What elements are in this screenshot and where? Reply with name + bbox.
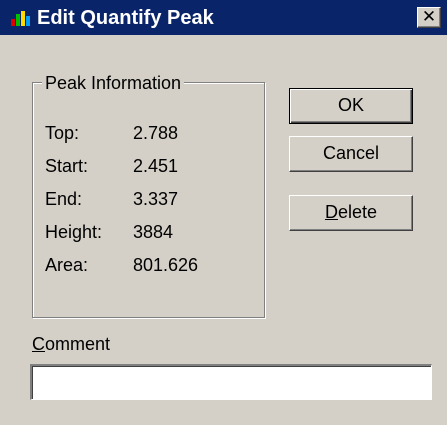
comment-label-text: omment: [45, 334, 111, 354]
comment-accelerator: C: [32, 334, 45, 354]
ok-button-label: OK: [337, 95, 364, 115]
title-bar[interactable]: Edit Quantify Peak ✕: [0, 0, 447, 35]
end-label: End:: [45, 189, 83, 209]
area-value: 801.626: [133, 255, 199, 275]
delete-button-label: elete: [337, 202, 378, 222]
ok-button[interactable]: OK: [289, 88, 413, 124]
top-value: 2.788: [133, 123, 179, 143]
cancel-button[interactable]: Cancel: [289, 136, 413, 172]
close-button[interactable]: ✕: [417, 7, 441, 28]
window-title: Edit Quantify Peak: [37, 7, 214, 29]
top-label: Top:: [45, 123, 80, 143]
close-icon: ✕: [421, 7, 437, 26]
height-label: Height:: [45, 222, 103, 242]
peak-information-label: Peak Information: [42, 72, 185, 94]
comment-input[interactable]: [30, 364, 432, 400]
app-icon: [11, 10, 31, 26]
end-value: 3.337: [133, 189, 179, 209]
delete-button[interactable]: Delete: [289, 195, 413, 231]
start-value: 2.451: [133, 156, 179, 176]
delete-accelerator: D: [324, 202, 338, 222]
height-value: 3884: [133, 222, 174, 242]
start-label: Start:: [45, 156, 89, 176]
comment-label: Comment: [32, 333, 110, 355]
cancel-button-label: Cancel: [322, 143, 380, 163]
area-label: Area:: [45, 255, 89, 275]
